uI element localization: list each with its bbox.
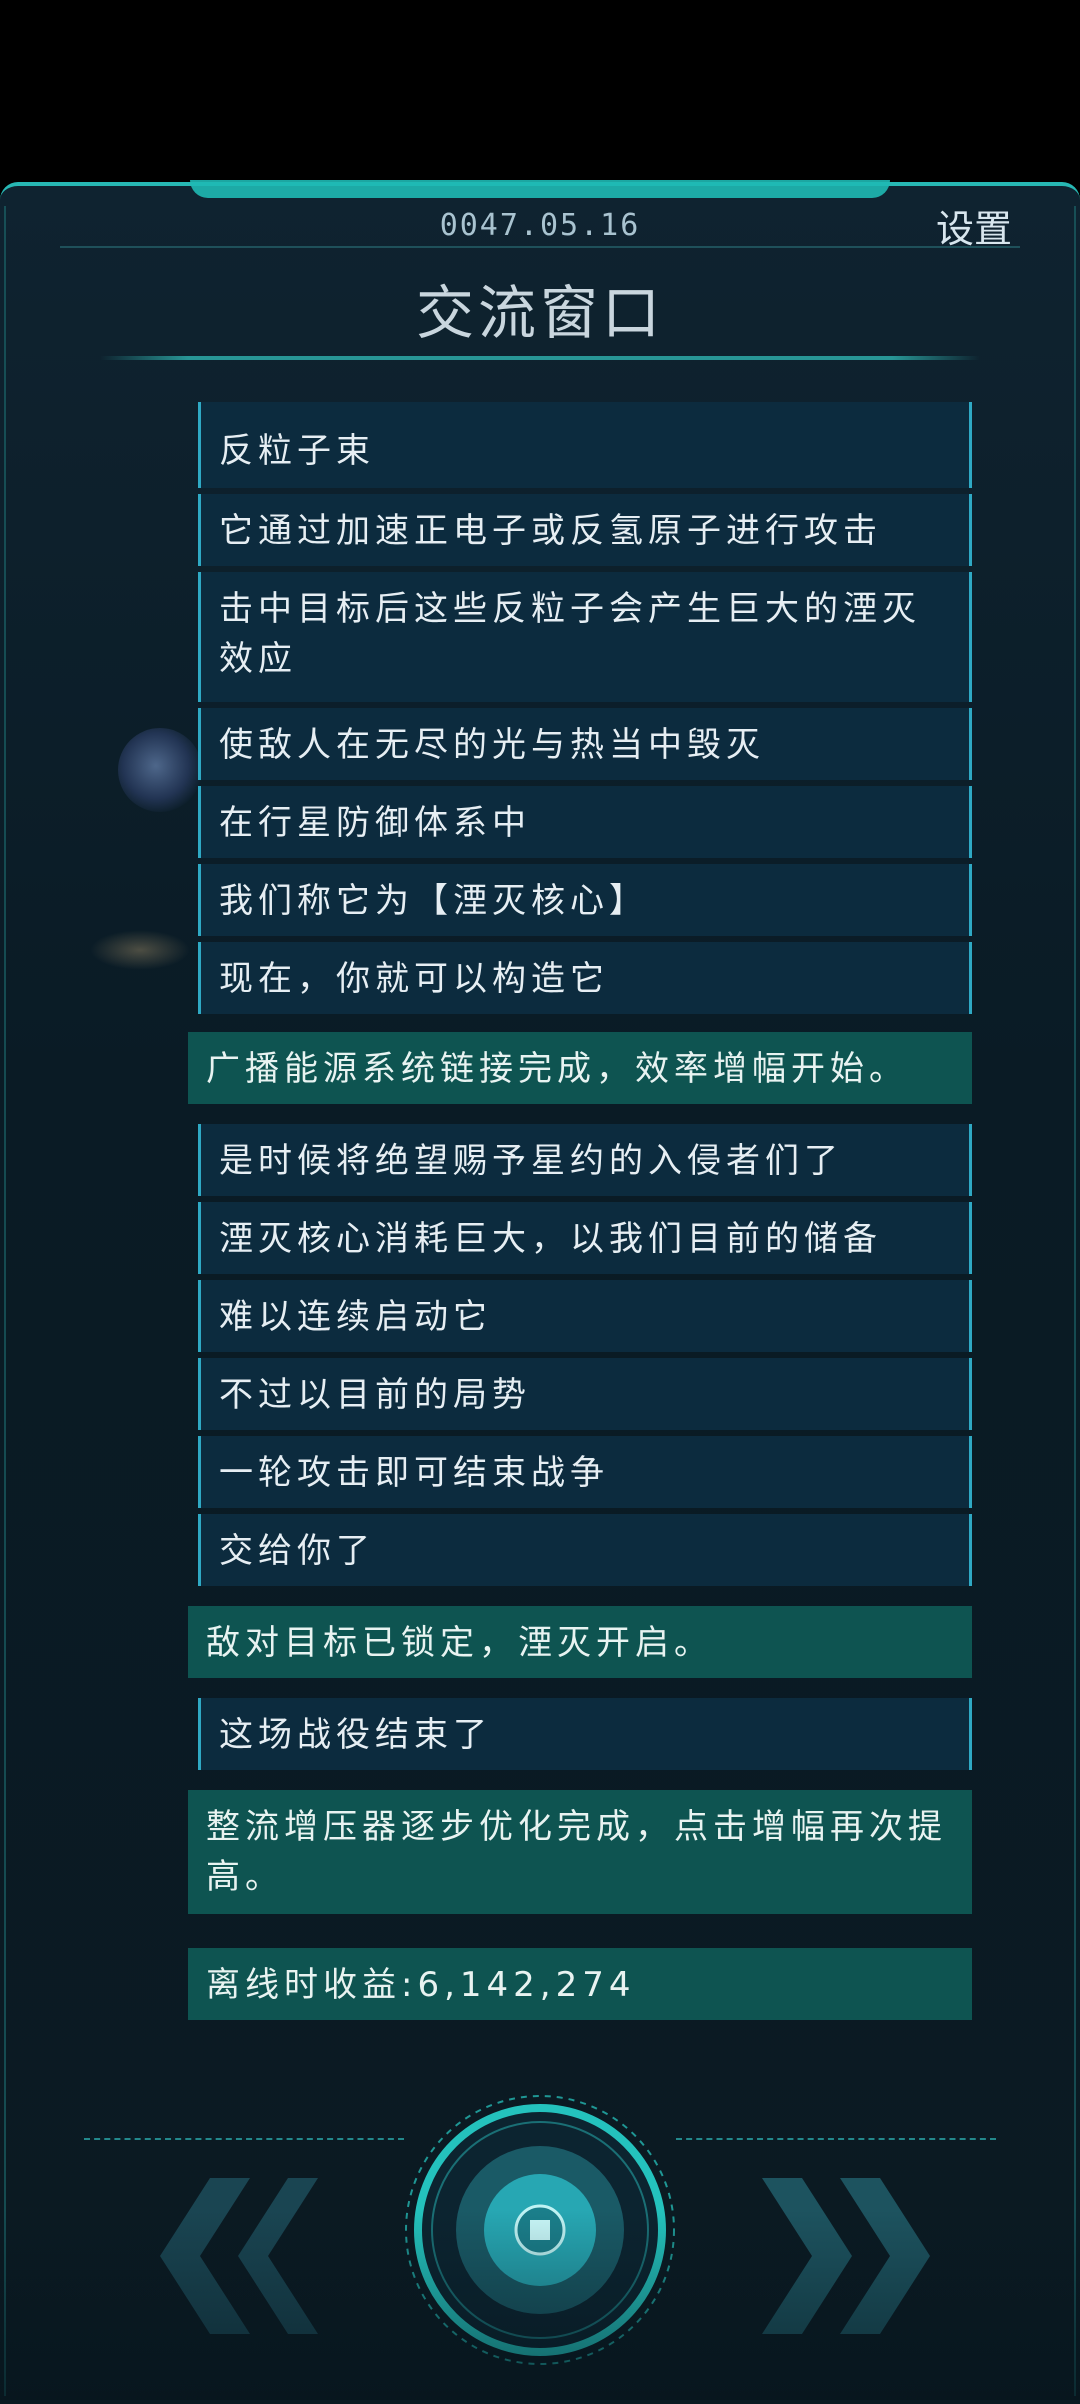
message-dialog: 击中目标后这些反粒子会产生巨大的湮灭效应 [198, 572, 972, 702]
message-dialog: 它通过加速正电子或反氢原子进行攻击 [198, 494, 972, 566]
message-dialog: 难以连续启动它 [198, 1280, 972, 1352]
settings-button[interactable]: 设置 [936, 198, 1012, 253]
message-system: 敌对目标已锁定，湮灭开启。 [188, 1606, 972, 1678]
background-planet [118, 728, 202, 812]
header-divider-bottom [100, 356, 980, 360]
page-title: 交流窗口 [415, 279, 664, 347]
message-dialog: 不过以目前的局势 [198, 1358, 972, 1430]
message-dialog: 这场战役结束了 [198, 1698, 972, 1770]
next-button[interactable] [760, 2176, 980, 2336]
background-ship [90, 930, 190, 970]
message-dialog: 现在，你就可以构造它 [198, 942, 972, 1014]
bottom-divider-left [84, 2138, 404, 2140]
game-date: 0047.05.16 [439, 208, 641, 243]
header-divider-top [60, 246, 1020, 248]
core-button-icon [405, 2095, 675, 2365]
message-dialog: 我们称它为【湮灭核心】 [198, 864, 972, 936]
message-dialog: 是时候将绝望赐予星约的入侵者们了 [198, 1124, 972, 1196]
message-dialog: 使敌人在无尽的光与热当中毁灭 [198, 708, 972, 780]
frame-top-glow [190, 180, 890, 198]
prev-button[interactable] [100, 2176, 320, 2336]
core-action-button[interactable] [402, 2092, 678, 2368]
double-chevron-right-icon [762, 2178, 930, 2334]
message-dialog: 湮灭核心消耗巨大，以我们目前的储备 [198, 1202, 972, 1274]
double-chevron-left-icon [160, 2178, 318, 2334]
offline-earnings-message: 离线时收益:6,142,274 [188, 1948, 972, 2020]
message-dialog: 交给你了 [198, 1514, 972, 1586]
message-system: 整流增压器逐步优化完成，点击增幅再次提高。 [188, 1790, 972, 1914]
message-dialog: 在行星防御体系中 [198, 786, 972, 858]
frame-left-edge [4, 206, 12, 2396]
message-system: 广播能源系统链接完成，效率增幅开始。 [188, 1032, 972, 1104]
status-bar-area [0, 0, 1080, 182]
frame-right-edge [1068, 206, 1076, 2396]
message-dialog: 反粒子束 [198, 402, 972, 488]
message-dialog: 一轮攻击即可结束战争 [198, 1436, 972, 1508]
bottom-divider-right [676, 2138, 996, 2140]
